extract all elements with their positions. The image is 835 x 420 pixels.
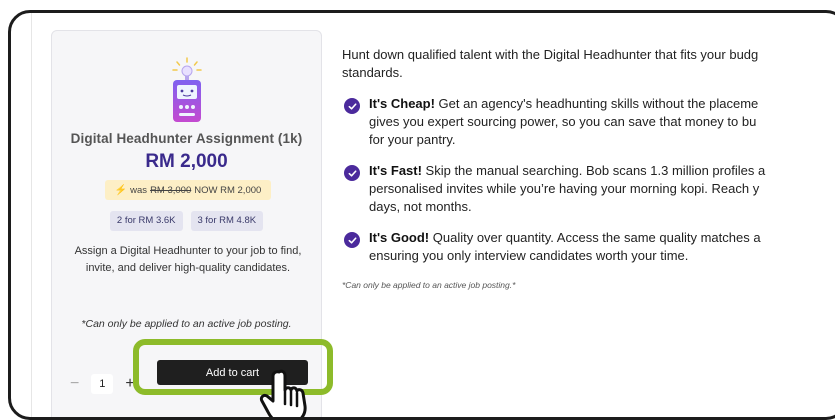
benefit-text: Skip the manual searching. Bob scans 1.3… xyxy=(421,163,766,178)
bundle-option-2[interactable]: 2 for RM 3.6K xyxy=(109,211,183,231)
product-details: Hunt down qualified talent with the Digi… xyxy=(342,46,835,290)
old-price: RM 3,000 xyxy=(150,184,192,196)
product-title: Digital Headhunter Assignment (1k) xyxy=(70,131,303,146)
benefit-fast: It's Fast! Skip the manual searching. Bo… xyxy=(342,162,835,216)
benefit-cheap: It's Cheap! Get an agency's headhunting … xyxy=(342,95,835,149)
quantity-value[interactable]: 1 xyxy=(91,374,114,394)
benefit-text: gives you expert sourcing power, so you … xyxy=(369,114,757,129)
benefit-title: It's Good! xyxy=(369,230,430,245)
benefit-text: Quality over quantity. Access the same q… xyxy=(429,230,761,245)
benefit-text: ensuring you only interview candidates w… xyxy=(369,248,689,263)
intro-text: Hunt down qualified talent with the Digi… xyxy=(342,46,835,82)
product-note: *Can only be applied to an active job po… xyxy=(81,318,292,330)
divider xyxy=(31,13,32,417)
promo-now-price: NOW RM 2,000 xyxy=(194,184,262,196)
app-window: Digital Headhunter Assignment (1k) RM 2,… xyxy=(8,10,835,420)
product-description: Assign a Digital Headhunter to your job … xyxy=(74,245,302,274)
bundle-options: 2 for RM 3.6K 3 for RM 4.8K xyxy=(52,211,321,231)
check-circle-icon xyxy=(344,98,360,114)
hand-pointer-icon xyxy=(259,369,307,417)
lightning-icon: ⚡ xyxy=(114,184,128,196)
benefit-text: days, not months. xyxy=(369,199,472,214)
bundle-option-3[interactable]: 3 for RM 4.8K xyxy=(190,211,264,231)
check-circle-icon xyxy=(344,165,360,181)
product-price: RM 2,000 xyxy=(145,151,228,172)
benefit-title: It's Cheap! xyxy=(369,96,435,111)
check-circle-icon xyxy=(344,232,360,248)
promo-badge: ⚡ was RM 3,000 NOW RM 2,000 xyxy=(105,180,271,200)
decrease-button[interactable]: − xyxy=(70,375,79,393)
details-note: *Can only be applied to an active job po… xyxy=(342,280,516,290)
robot-device-icon xyxy=(172,57,202,122)
benefit-text: Get an agency's headhunting skills witho… xyxy=(434,96,759,111)
quantity-stepper: − 1 + xyxy=(70,374,135,394)
intro-line: Hunt down qualified talent with the Digi… xyxy=(342,47,759,62)
benefit-text: for your pantry. xyxy=(369,132,456,147)
benefit-text: personalised invites while you’re having… xyxy=(369,181,760,196)
benefit-good: It's Good! Quality over quantity. Access… xyxy=(342,229,835,265)
benefit-title: It's Fast! xyxy=(369,163,422,178)
intro-line: standards. xyxy=(342,65,403,80)
promo-was-label: was xyxy=(130,184,148,196)
